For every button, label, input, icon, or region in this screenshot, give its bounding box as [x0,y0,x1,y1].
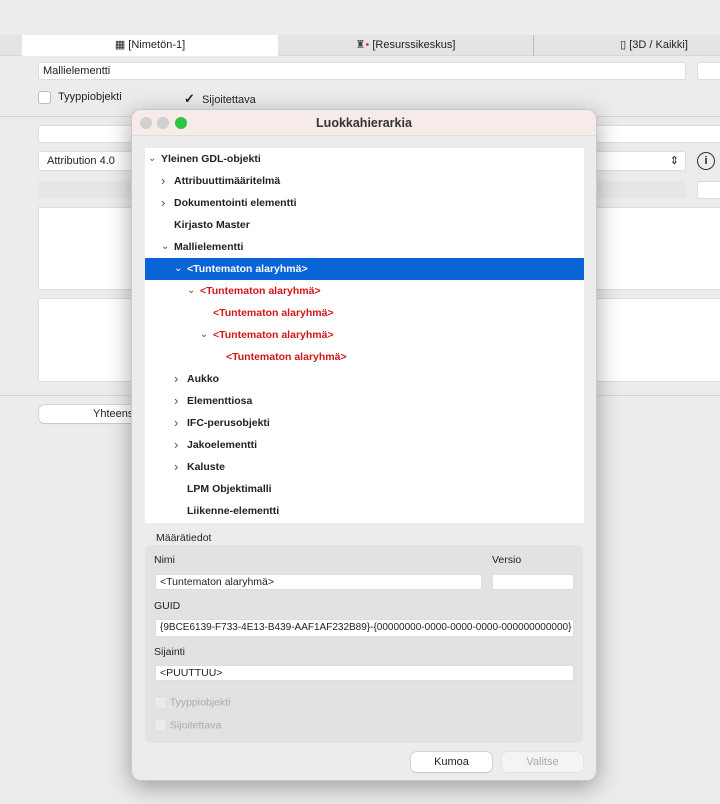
3d-box-icon: ▯ [620,39,630,51]
checkmark-icon: ✓ [184,91,195,106]
tree-item-label: <Tuntematon alaryhmä> [213,329,334,341]
chevron-right-icon[interactable]: › [174,368,178,390]
tree-item-label: <Tuntematon alaryhmä> [226,351,347,363]
dialog-titlebar: Luokkahierarkia [132,110,596,136]
tree-item-label: <Tuntematon alaryhmä> [200,285,321,297]
tree-item-label: Jakoelementti [187,439,258,451]
chevron-right-icon[interactable]: › [161,192,165,214]
tree-item[interactable]: Kirjasto Master [145,214,584,236]
guid-label: GUID [154,600,181,612]
tab-nimeton[interactable]: ▦ [Nimetön-1] [22,35,278,56]
name-field[interactable]: <Tuntematon alaryhmä> [155,574,482,590]
chevron-right-icon[interactable]: › [174,434,178,456]
version-label: Versio [492,554,522,566]
typpiobjekti-checkbox-disabled: Tyyppiobjekti [154,696,230,709]
tree-item-label: Attribuuttimääritelmä [174,175,281,187]
side-field[interactable] [697,181,720,199]
chevron-down-icon[interactable]: ⌄ [174,258,182,280]
chevron-down-icon[interactable]: ⌄ [200,324,208,346]
zoom-button[interactable] [175,117,187,129]
tree-item[interactable]: <Tuntematon alaryhmä> [145,302,584,324]
location-field[interactable]: <PUUTTUU> [155,665,574,681]
tree-item[interactable]: ⌄ <Tuntematon alaryhmä> [145,258,584,280]
tree-item-label: Elementtiosa [187,395,253,407]
dialog-title: Luokkahierarkia [316,116,412,130]
tree-item-label: Aukko [187,373,220,385]
tab-3d[interactable]: ▯ [3D / Kaikki] [534,35,720,56]
class-tree[interactable]: ⌄ Yleinen GDL-objekti › Attribuuttimääritel… [145,148,584,523]
chevron-down-icon[interactable]: ⌄ [148,148,156,170]
tree-item[interactable]: › Kaluste [145,456,584,478]
tree-item[interactable]: ⌄ <Tuntematon alaryhmä> [145,324,584,346]
tab-resurssikeskus[interactable]: ♜• [Resurssikeskus] [278,35,534,56]
name-field[interactable]: Mallielementti [38,62,686,80]
tree-item-label: Kirjasto Master [174,219,250,231]
floorplan-icon: ▦ [114,39,129,51]
guid-field[interactable]: {9BCE6139-F733-4E13-B439-AAF1AF232B89}-{… [155,619,574,637]
tree-item-label: LPM Objektimalli [187,483,272,495]
tree-item[interactable]: Liikenne-elementti [145,500,584,522]
typpiobjekti-checkbox[interactable]: Tyyppiobjekti [38,91,122,104]
tree-item-label: <Tuntematon alaryhmä> [187,263,308,275]
tree-item[interactable]: LPM Objektimalli [145,478,584,500]
lighthouse-icon: ♜• [355,39,370,51]
chevron-down-icon[interactable]: ⌄ [161,236,169,258]
tree-item[interactable]: ⌄ Yleinen GDL-objekti [145,148,584,170]
tree-item[interactable]: › Aukko [145,368,584,390]
tree-item[interactable]: › Jakoelementti [145,434,584,456]
chevron-right-icon[interactable]: › [174,456,178,478]
name-label: Nimi [154,554,175,566]
tree-item-label: <Tuntematon alaryhmä> [213,307,334,319]
tree-item[interactable]: › IFC-perusobjekti [145,412,584,434]
side-button[interactable] [697,62,720,80]
class-hierarchy-dialog: Luokkahierarkia ⌄ Yleinen GDL-objekti › Att… [131,109,597,781]
tree-item[interactable]: ⌄ <Tuntematon alaryhmä> [145,280,584,302]
select-button[interactable]: Valitse [502,752,583,772]
tree-item-label: IFC-perusobjekti [187,417,270,429]
tree-item-label: Mallielementti [174,241,244,253]
tree-item-label: Dokumentointi elementti [174,197,297,209]
tree-item[interactable]: › Elementtiosa [145,390,584,412]
tree-item-label: Kaluste [187,461,225,473]
chevron-right-icon[interactable]: › [174,390,178,412]
details-group: Nimi Versio <Tuntematon alaryhmä> GUID {… [145,545,583,743]
sijoitettava-checkbox[interactable]: ✓ Sijoitettava [184,91,256,107]
chevron-right-icon[interactable]: › [174,412,178,434]
cancel-button[interactable]: Kumoa [411,752,492,772]
sijoitettava-checkbox-disabled: Sijoitettava [154,719,221,732]
tree-item-label: Liikenne-elementti [187,505,280,517]
tab-bar: ▦ [Nimetön-1] ♜• [Resurssikeskus] ▯ [3D … [0,35,720,56]
location-label: Sijainti [154,646,185,658]
chevron-down-icon[interactable]: ⌄ [187,280,195,302]
updown-chevron-icon: ⇕ [669,155,679,167]
close-button[interactable] [140,117,152,129]
tree-item[interactable]: › Dokumentointi elementti [145,192,584,214]
info-icon[interactable]: i [697,152,715,170]
tree-item[interactable]: ⌄ Mallielementti [145,236,584,258]
tree-item-label: Yleinen GDL-objekti [161,153,261,165]
tree-item[interactable]: › Attribuuttimääritelmä [145,170,584,192]
tree-item[interactable]: <Tuntematon alaryhmä> [145,346,584,368]
details-heading: Määrätiedot [156,532,212,544]
version-field[interactable] [492,574,574,590]
minimize-button[interactable] [157,117,169,129]
chevron-right-icon[interactable]: › [161,170,165,192]
